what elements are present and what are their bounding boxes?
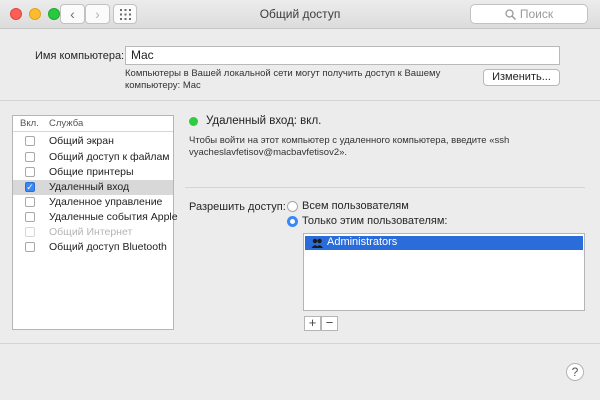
service-checkbox[interactable] — [25, 167, 35, 177]
service-list-header: Вкл. Служба — [13, 116, 173, 132]
remove-user-button[interactable]: − — [321, 316, 338, 331]
status-indicator-dot — [189, 117, 198, 126]
header-service: Служба — [49, 118, 84, 129]
service-label: Удаленный вход — [49, 181, 130, 193]
service-checkbox-checked[interactable]: ✓ — [25, 182, 35, 192]
service-row-bluetooth-sharing[interactable]: Общий доступ Bluetooth — [13, 240, 173, 255]
service-checkbox[interactable] — [25, 136, 35, 146]
option-only-these-users-label[interactable]: Только этим пользователям: — [302, 215, 447, 227]
search-placeholder: Поиск — [519, 7, 554, 21]
users-list[interactable]: Administrators — [303, 233, 585, 311]
add-user-button[interactable]: + — [304, 316, 321, 331]
service-checkbox — [25, 227, 35, 237]
service-list[interactable]: Вкл. Служба Общий экран Общий доступ к ф… — [12, 115, 178, 330]
service-label: Удаленное управление — [49, 196, 163, 208]
service-row-remote-login[interactable]: ✓ Удаленный вход — [13, 180, 173, 195]
user-name: Administrators — [327, 236, 398, 248]
radio-only-these-users[interactable] — [287, 216, 298, 227]
remote-login-info: Чтобы войти на этот компьютер с удаленно… — [189, 135, 510, 158]
detail-divider — [185, 187, 585, 188]
service-label: Общие принтеры — [49, 166, 134, 178]
service-row-remote-apple-events[interactable]: Удаленные события Apple — [13, 210, 178, 225]
service-checkbox[interactable] — [25, 152, 35, 162]
section-divider — [0, 100, 600, 101]
service-status: Удаленный вход: вкл. — [206, 115, 322, 127]
header-on: Вкл. — [20, 118, 39, 129]
service-row-file-sharing[interactable]: Общий доступ к файлам — [13, 150, 173, 165]
service-checkbox[interactable] — [25, 212, 35, 222]
service-checkbox[interactable] — [25, 197, 35, 207]
edit-name-button[interactable]: Изменить... — [483, 69, 560, 86]
allow-access-label: Разрешить доступ: — [189, 201, 286, 213]
service-label: Общий доступ к файлам — [49, 151, 170, 163]
service-row-printer-sharing[interactable]: Общие принтеры — [13, 165, 173, 180]
service-row-remote-management[interactable]: Удаленное управление — [13, 195, 173, 210]
radio-all-users[interactable] — [287, 201, 298, 212]
computer-name-label: Имя компьютера: — [35, 50, 125, 62]
computer-name-input[interactable]: Mac — [125, 46, 560, 65]
search-field[interactable]: Поиск — [470, 4, 588, 24]
computer-name-description: Компьютеры в Вашей локальной сети могут … — [125, 68, 441, 91]
service-row-internet-sharing[interactable]: Общий Интернет — [13, 225, 173, 240]
group-icon — [311, 238, 323, 248]
help-button[interactable]: ? — [566, 363, 584, 381]
bottom-divider — [0, 343, 600, 344]
service-row-screen-sharing[interactable]: Общий экран — [13, 134, 173, 149]
service-label: Общий доступ Bluetooth — [49, 241, 167, 253]
service-checkbox[interactable] — [25, 242, 35, 252]
user-row-administrators[interactable]: Administrators — [305, 236, 583, 250]
service-label: Общий Интернет — [49, 226, 133, 238]
option-all-users-label[interactable]: Всем пользователям — [302, 200, 409, 212]
service-label: Удаленные события Apple — [49, 211, 178, 223]
search-icon — [505, 8, 516, 20]
service-label: Общий экран — [49, 135, 114, 147]
